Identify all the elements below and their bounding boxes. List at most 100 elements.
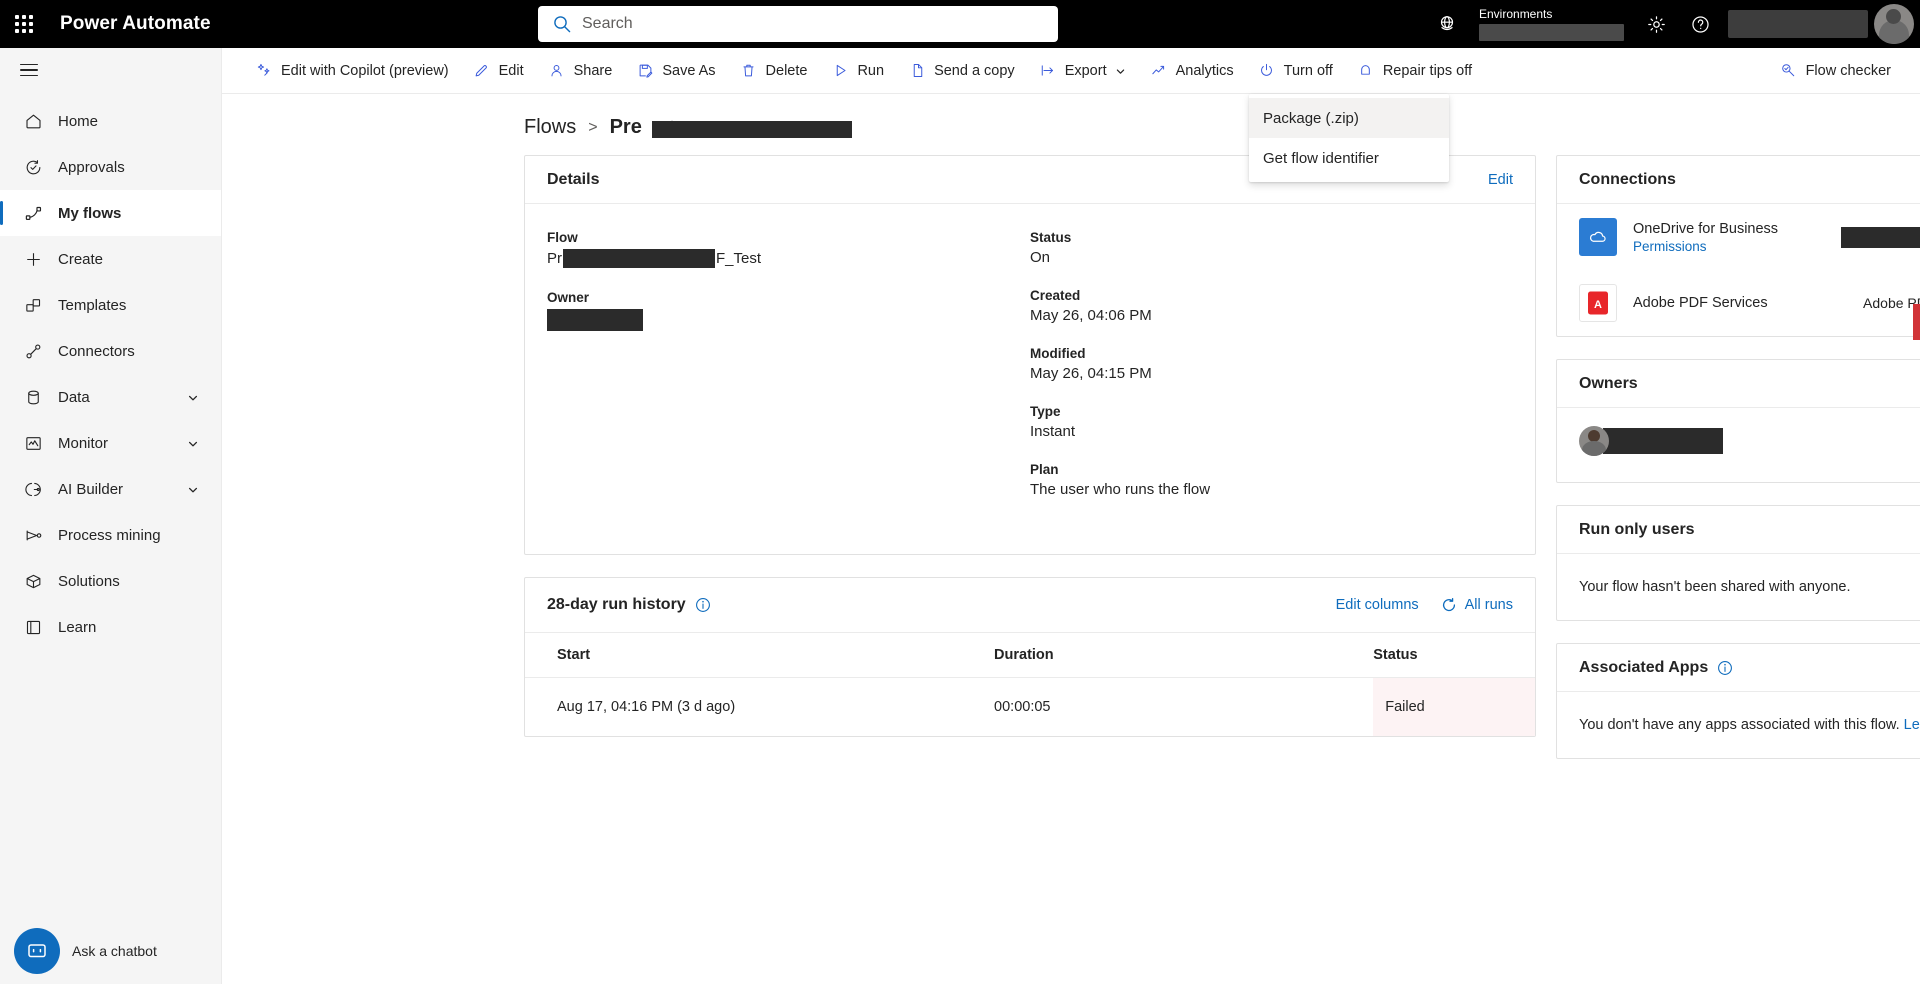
repair-tips-button[interactable]: Repair tips off xyxy=(1346,54,1483,88)
sidebar-item-label: Solutions xyxy=(58,572,120,590)
edit-button[interactable]: Edit xyxy=(462,54,535,88)
solutions-icon xyxy=(22,570,44,592)
info-icon[interactable] xyxy=(695,597,711,613)
ask-chatbot-button[interactable]: Ask a chatbot xyxy=(14,928,157,974)
connection-name: Adobe PDF Services xyxy=(1633,295,1768,311)
owners-body xyxy=(1557,408,1920,482)
menu-item-get-flow-identifier[interactable]: Get flow identifier xyxy=(1249,138,1449,178)
sidebar-item-connectors[interactable]: Connectors xyxy=(0,328,221,374)
sidebar-item-home[interactable]: Home xyxy=(0,98,221,144)
sidebar-item-label: Data xyxy=(58,388,90,406)
app-launcher-icon[interactable] xyxy=(0,0,48,48)
sidebar-item-learn[interactable]: Learn xyxy=(0,604,221,650)
sidebar-item-data[interactable]: Data xyxy=(0,374,221,420)
column-header-start[interactable]: Start xyxy=(525,632,995,678)
save-as-button[interactable]: Save As xyxy=(625,54,726,88)
analytics-button[interactable]: Analytics xyxy=(1139,54,1245,88)
avatar[interactable] xyxy=(1874,4,1914,44)
globe-icon[interactable] xyxy=(1425,0,1469,48)
run-history-header: 28-day run history Edit columns All runs xyxy=(525,578,1535,632)
column-header-duration[interactable]: Duration xyxy=(994,632,1374,678)
environment-picker[interactable]: Environments xyxy=(1469,0,1634,48)
menu-item-package-zip[interactable]: Package (.zip) xyxy=(1249,98,1449,138)
sidebar-item-label: AI Builder xyxy=(58,480,124,498)
sidebar-item-solutions[interactable]: Solutions xyxy=(0,558,221,604)
turn-off-button[interactable]: Turn off xyxy=(1247,54,1344,88)
sidebar-item-process-mining[interactable]: Process mining xyxy=(0,512,221,558)
table-header: Start Duration Status xyxy=(525,632,1535,678)
flow-value-suffix: F_Test xyxy=(716,250,762,267)
share-button[interactable]: Share xyxy=(537,54,624,88)
power-automate-app: Power Automate Environments xyxy=(0,0,1920,984)
edit-columns-link[interactable]: Edit columns xyxy=(1336,597,1419,613)
field-label: Owner xyxy=(547,290,590,305)
sidebar-item-monitor[interactable]: Monitor xyxy=(0,420,221,466)
sidebar-item-ai-builder[interactable]: AI Builder xyxy=(0,466,221,512)
command-label: Analytics xyxy=(1175,62,1234,79)
account-name-redacted[interactable] xyxy=(1728,10,1868,38)
field-value: May 26, 04:15 PM xyxy=(1030,365,1152,382)
all-runs-link[interactable]: All runs xyxy=(1441,597,1513,613)
field-label: Flow xyxy=(547,230,578,245)
details-edit-link[interactable]: Edit xyxy=(1488,172,1513,188)
owners-header: Owners Edit xyxy=(1557,360,1920,408)
export-dropdown-menu: Package (.zip) Get flow identifier xyxy=(1249,94,1449,182)
brand-title[interactable]: Power Automate xyxy=(60,13,211,35)
global-search[interactable] xyxy=(538,6,1058,42)
sidebar-item-label: Home xyxy=(58,112,99,130)
learn-icon xyxy=(22,616,44,638)
menu-item-label: Get flow identifier xyxy=(1263,149,1379,167)
edit-with-copilot-button[interactable]: Edit with Copilot (preview) xyxy=(244,54,460,88)
process-mining-icon xyxy=(22,524,44,546)
permissions-link[interactable]: Permissions xyxy=(1633,239,1778,254)
breadcrumb-flows-link[interactable]: Flows xyxy=(524,116,576,139)
nav-collapse-icon[interactable] xyxy=(0,48,221,92)
info-icon[interactable] xyxy=(1717,660,1733,676)
plus-icon xyxy=(22,248,44,270)
sidebar-item-my-flows[interactable]: My flows xyxy=(0,190,221,236)
analytics-icon xyxy=(1150,62,1168,80)
connection-info: OneDrive for Business Permissions xyxy=(1633,221,1778,254)
save-as-icon xyxy=(636,62,654,80)
environment-value-redacted xyxy=(1479,24,1624,41)
trash-icon xyxy=(740,62,758,80)
send-a-copy-button[interactable]: Send a copy xyxy=(897,54,1026,88)
refresh-icon xyxy=(1441,597,1457,613)
command-label: Delete xyxy=(765,62,808,79)
cell-start: Aug 17, 04:16 PM (3 d ago) xyxy=(557,699,736,715)
flows-icon xyxy=(22,202,44,224)
delete-button[interactable]: Delete xyxy=(729,54,819,88)
help-question-icon[interactable] xyxy=(1678,0,1722,48)
column-header-status[interactable]: Status xyxy=(1373,632,1535,678)
flow-checker-button[interactable]: Flow checker xyxy=(1769,54,1902,88)
field-label: Modified xyxy=(1030,346,1086,361)
command-label: Edit xyxy=(498,62,524,79)
connection-row-adobe[interactable]: A Adobe PDF Services Adobe PDF Services xyxy=(1557,270,1920,336)
table-row[interactable]: Aug 17, 04:16 PM (3 d ago) 00:00:05 Fail… xyxy=(525,678,1535,736)
connection-row-onedrive[interactable]: OneDrive for Business Permissions xyxy=(1557,204,1920,270)
database-icon xyxy=(22,386,44,408)
cell-status: Failed xyxy=(1373,678,1535,736)
learn-more-link[interactable]: Learn more xyxy=(1904,717,1920,733)
copilot-icon xyxy=(255,62,273,80)
chevron-down-icon xyxy=(1115,65,1126,76)
flow-value-redacted xyxy=(563,249,715,268)
header-right-cluster: Environments xyxy=(1425,0,1920,48)
sidebar-item-label: Monitor xyxy=(58,434,109,452)
sidebar-item-templates[interactable]: Templates xyxy=(0,282,221,328)
sidebar-item-approvals[interactable]: Approvals xyxy=(0,144,221,190)
command-label: Send a copy xyxy=(934,62,1015,79)
status-badge: Failed xyxy=(1373,678,1535,736)
associated-apps-title: Associated Apps xyxy=(1579,658,1709,676)
field-label: Plan xyxy=(1030,462,1059,477)
export-button[interactable]: Export xyxy=(1028,54,1137,88)
owner-value-redacted xyxy=(547,309,643,331)
sidebar-item-label: Templates xyxy=(58,296,127,314)
run-history-table: Start Duration Status Aug 17, 04:16 PM (… xyxy=(525,632,1535,736)
field-label: Created xyxy=(1030,288,1081,303)
connection-account-value: Adobe PDF Services xyxy=(1863,295,1920,311)
settings-gear-icon[interactable] xyxy=(1634,0,1678,48)
sidebar-item-create[interactable]: Create xyxy=(0,236,221,282)
search-input[interactable] xyxy=(582,15,1044,33)
run-button[interactable]: Run xyxy=(820,54,895,88)
